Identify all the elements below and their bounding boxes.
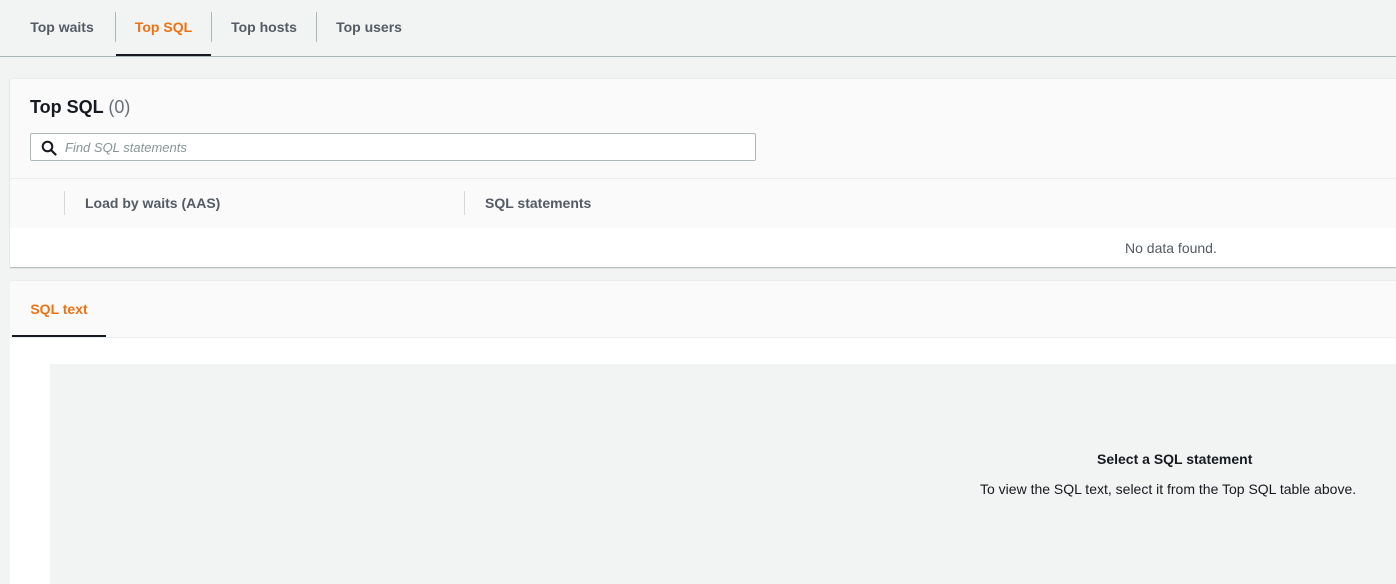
column-divider: [64, 191, 65, 215]
panel-count: (0): [108, 97, 131, 117]
top-sql-panel: Top SQL (0) Load by waits (AAS) SQL stat…: [10, 78, 1396, 267]
sql-text-empty-state: Select a SQL statement To view the SQL t…: [50, 364, 1396, 584]
sql-text-panel: SQL text Select a SQL statement To view …: [10, 280, 1396, 584]
column-divider: [464, 191, 465, 215]
performance-tabs: Top waits Top SQL Top hosts Top users: [0, 0, 1396, 57]
sql-text-tabs: SQL text: [10, 281, 1396, 338]
search-input[interactable]: [65, 134, 745, 160]
empty-state-title: Select a SQL statement: [1097, 451, 1253, 467]
tab-top-waits[interactable]: Top waits: [20, 0, 104, 55]
tab-divider: [211, 12, 212, 42]
panel-title: Top SQL (0): [30, 97, 130, 118]
table-body: No data found.: [10, 228, 1396, 267]
tab-sql-text[interactable]: SQL text: [12, 281, 106, 337]
empty-state-description: To view the SQL text, select it from the…: [980, 481, 1357, 497]
no-data-message: No data found.: [1125, 240, 1217, 256]
tab-top-users[interactable]: Top users: [327, 0, 411, 55]
search-box[interactable]: [30, 133, 756, 161]
search-icon: [41, 140, 57, 156]
tab-top-sql[interactable]: Top SQL: [116, 0, 211, 56]
column-header-sql[interactable]: SQL statements: [485, 195, 591, 211]
panel-title-text: Top SQL: [30, 97, 104, 117]
table-header: Load by waits (AAS) SQL statements: [10, 178, 1396, 229]
tab-divider: [316, 12, 317, 42]
tab-top-hosts[interactable]: Top hosts: [222, 0, 306, 55]
column-header-load[interactable]: Load by waits (AAS): [85, 195, 220, 211]
